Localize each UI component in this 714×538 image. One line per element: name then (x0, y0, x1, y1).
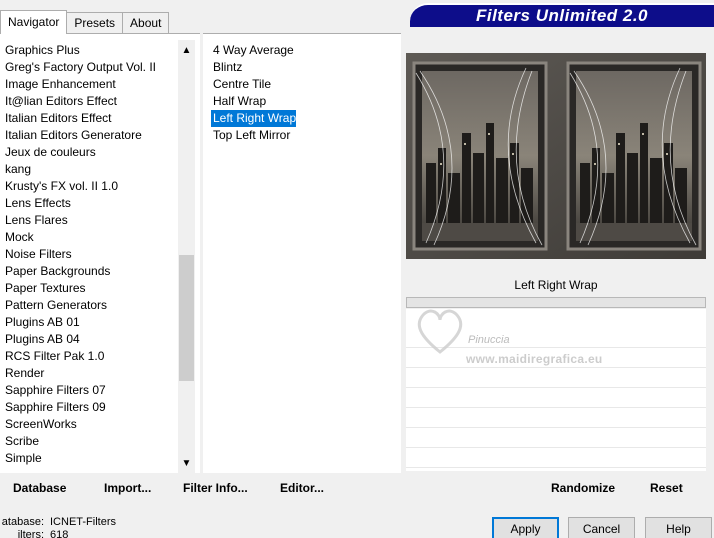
import-button[interactable]: Import... (104, 481, 151, 495)
category-item[interactable]: Paper Textures (0, 280, 178, 297)
param-row (406, 367, 706, 368)
filter-item[interactable]: Half Wrap (211, 93, 266, 110)
randomize-button[interactable]: Randomize (551, 481, 615, 495)
filter-info-button[interactable]: Filter Info... (183, 481, 248, 495)
category-scrollbar[interactable]: ▲ ▼ (178, 40, 195, 474)
filter-item[interactable]: Top Left Mirror (211, 127, 290, 144)
category-item[interactable]: It@lian Editors Effect (0, 93, 178, 110)
filter-row[interactable]: Centre Tile (211, 76, 391, 93)
filter-row[interactable]: Blintz (211, 59, 391, 76)
watermark-url: www.maidiregrafica.eu (466, 352, 603, 366)
filter-panel: 4 Way Average Blintz Centre Tile Half Wrap L… (203, 33, 401, 473)
help-button[interactable]: Help (645, 517, 712, 538)
category-item[interactable]: Krusty's FX vol. II 1.0 (0, 178, 178, 195)
tab-about[interactable]: About (122, 12, 170, 34)
watermark: Pinuccia www.maidiregrafica.eu (410, 306, 650, 366)
filter-row[interactable]: 4 Way Average (211, 42, 391, 59)
category-item[interactable]: Graphics Plus (0, 42, 178, 59)
tab-navigator[interactable]: Navigator (0, 10, 68, 34)
param-row (406, 467, 706, 468)
filter-item[interactable]: Left Right Wrap (211, 110, 297, 127)
category-item[interactable]: Sapphire Filters 07 (0, 382, 178, 399)
heart-logo-icon (417, 309, 463, 354)
category-item[interactable]: Italian Editors Generatore (0, 127, 178, 144)
category-item[interactable]: Render (0, 365, 178, 382)
filters-count-label: ilters: (17, 529, 44, 538)
filter-item[interactable]: 4 Way Average (211, 42, 294, 59)
filter-item[interactable]: Blintz (211, 59, 242, 76)
editor-button[interactable]: Editor... (280, 481, 324, 495)
apply-button[interactable]: Apply (492, 517, 559, 538)
chevron-down-icon[interactable]: ▼ (178, 455, 195, 472)
category-item[interactable]: Jeux de couleurs (0, 144, 178, 161)
database-info-label: atabase: (1, 516, 44, 528)
title-banner: Filters Unlimited 2.0 (410, 3, 714, 27)
category-item[interactable]: Lens Effects (0, 195, 178, 212)
category-item[interactable]: Noise Filters (0, 246, 178, 263)
category-item[interactable]: Italian Editors Effect (0, 110, 178, 127)
tab-presets[interactable]: Presets (66, 12, 124, 34)
chevron-up-icon[interactable]: ▲ (178, 42, 195, 59)
filter-row[interactable]: Left Right Wrap (211, 110, 391, 127)
category-item[interactable]: kang (0, 161, 178, 178)
category-item[interactable]: Mock (0, 229, 178, 246)
selected-filter-name: Left Right Wrap (406, 273, 706, 297)
param-row (406, 387, 706, 388)
preview-artwork (406, 53, 706, 259)
app-title: Filters Unlimited 2.0 (475, 6, 649, 25)
category-item[interactable]: Scribe (0, 433, 178, 450)
param-row (406, 427, 706, 428)
preview-image (406, 53, 706, 259)
tab-strip: Navigator Presets About (0, 10, 170, 34)
cancel-button[interactable]: Cancel (568, 517, 635, 538)
reset-button[interactable]: Reset (650, 481, 683, 495)
param-row (406, 447, 706, 448)
category-item[interactable]: Greg's Factory Output Vol. II (0, 59, 178, 76)
category-item[interactable]: Plugins AB 04 (0, 331, 178, 348)
category-item[interactable]: Sapphire Filters 09 (0, 399, 178, 416)
category-item[interactable]: Lens Flares (0, 212, 178, 229)
category-panel: Graphics Plus Greg's Factory Output Vol. … (0, 33, 200, 474)
bottom-toolbar: Database Import... Filter Info... Editor… (0, 473, 714, 503)
category-list: Graphics Plus Greg's Factory Output Vol. … (0, 42, 178, 474)
category-item[interactable]: ScreenWorks (0, 416, 178, 433)
filter-item[interactable]: Centre Tile (211, 76, 271, 93)
database-info-value: ICNET-Filters (50, 516, 116, 528)
category-item[interactable]: Image Enhancement (0, 76, 178, 93)
category-item[interactable]: Simple (0, 450, 178, 467)
filter-row[interactable]: Half Wrap (211, 93, 391, 110)
filters-count-value: 618 (50, 529, 69, 538)
category-item[interactable]: RCS Filter Pak 1.0 (0, 348, 178, 365)
category-item[interactable]: Pattern Generators (0, 297, 178, 314)
database-button[interactable]: Database (13, 481, 66, 495)
scroll-thumb[interactable] (179, 255, 194, 381)
category-item[interactable]: Plugins AB 01 (0, 314, 178, 331)
watermark-name: Pinuccia (468, 334, 510, 346)
filter-list: 4 Way Average Blintz Centre Tile Half Wrap L… (211, 42, 391, 144)
category-item[interactable]: Paper Backgrounds (0, 263, 178, 280)
filter-row[interactable]: Top Left Mirror (211, 127, 391, 144)
param-row (406, 407, 706, 408)
